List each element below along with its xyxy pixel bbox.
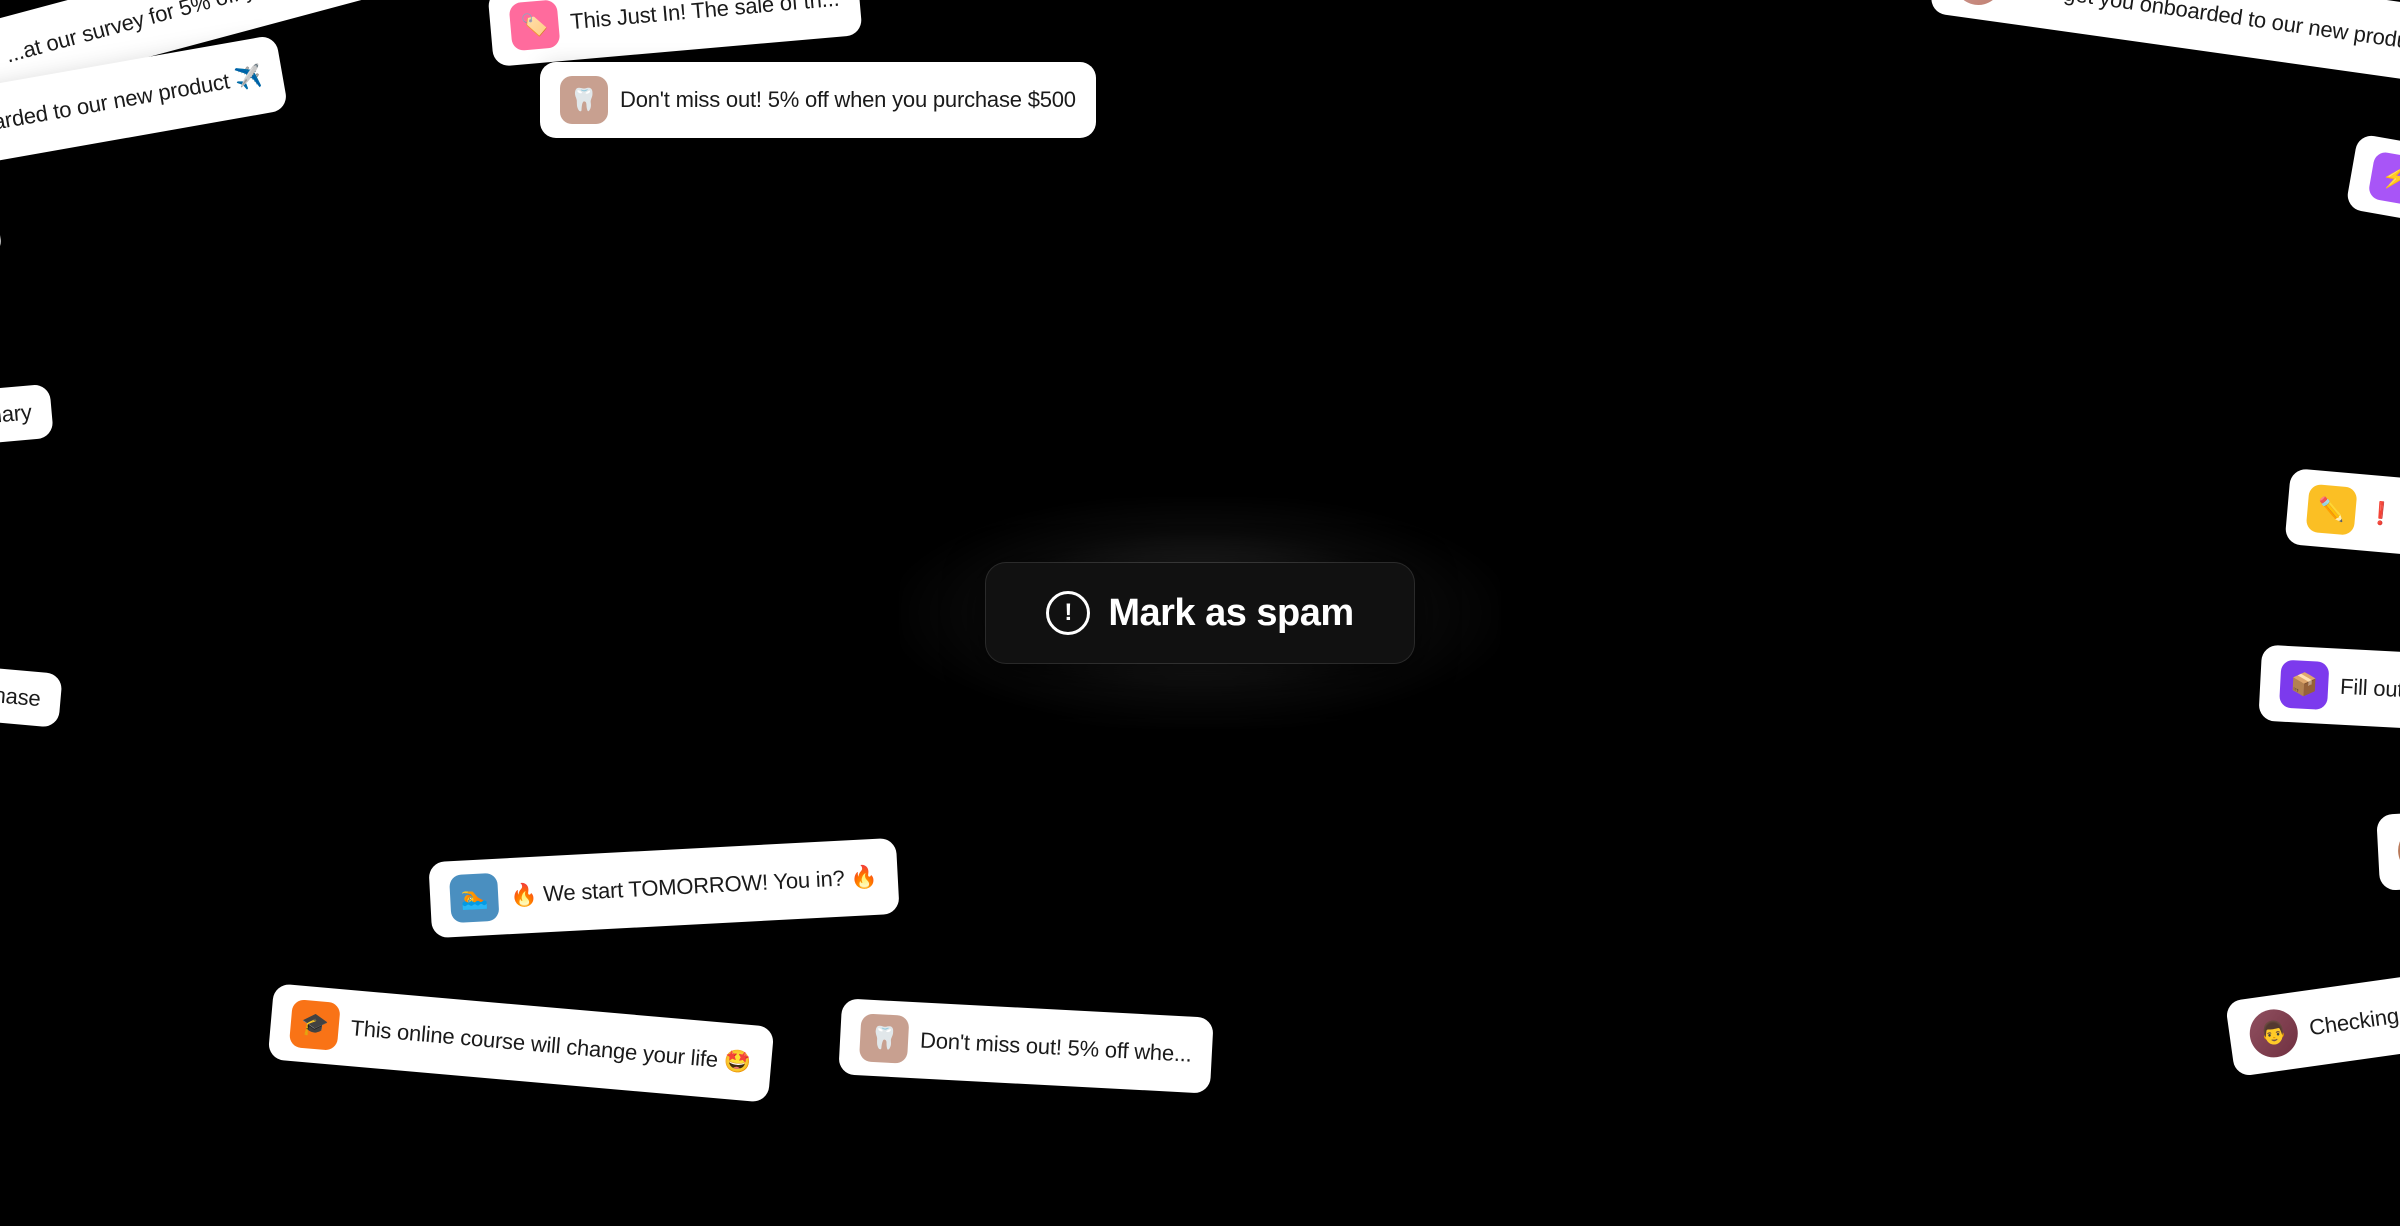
notif-text: annual report summary — [0, 399, 33, 444]
notif-text: This Just In! The sale of th... — [569, 0, 840, 35]
notif-text: Don't miss out! 5% off whe... — [919, 1027, 1192, 1067]
notif-card-have-you-tried: ✏️ ❗ Have you tried out our ne... — [2285, 468, 2400, 578]
notif-text: Let's get you onboarded to our new produ… — [2012, 0, 2400, 61]
notif-icon: ✏️ — [2306, 484, 2358, 536]
notif-text: Don't miss out! 5% off when you purchase… — [620, 87, 1076, 113]
mark-spam-label: Mark as spam — [1108, 592, 1353, 635]
notif-icon: 🏊 — [449, 873, 499, 923]
notif-card-checking-back: 👨 Checking back in – let's talk busine..… — [2225, 939, 2400, 1077]
notif-text: 🔥 We start TOMORROW! You in? 🔥 — [510, 864, 879, 909]
mark-spam-button[interactable]: Mark as spam — [986, 563, 1413, 663]
notif-icon: 📦 — [2279, 660, 2329, 710]
mark-spam-button-area[interactable]: Mark as spam — [940, 528, 1460, 698]
notif-card-10x-sales: ⚡ 💰💥 10x your sales team... — [2345, 133, 2400, 272]
notif-card-online-course: 🎓 This online course will change your li… — [268, 983, 774, 1102]
notif-text: ...r 5% off your next purchase — [0, 662, 42, 712]
notif-card-fill-survey-right: 📦 Fill out our survey for 5% off y... — [2258, 645, 2400, 742]
notif-card-youin-left: ...you in? 🔥 — [0, 201, 3, 282]
notif-card-coffee: 👨 ☕ Coffee on me — [2376, 801, 2400, 891]
notif-card-dont-miss-bottom: 🦷 Don't miss out! 5% off whe... — [838, 998, 1213, 1093]
notif-icon: 🎓 — [289, 999, 341, 1051]
notif-card-5off-bottom-left: ...r 5% off your next purchase — [0, 646, 63, 728]
notif-card-tomorrow: 🏊 🔥 We start TOMORROW! You in? 🔥 — [428, 838, 899, 938]
notif-card-annual-report: annual report summary — [0, 384, 54, 461]
notif-avatar: 👩 — [1951, 0, 2005, 8]
notif-icon: 🦷 — [560, 76, 608, 124]
notif-text: Checking back in – let's talk busine... — [2307, 966, 2400, 1041]
notif-text: ❗ Have you tried out our ne... — [2366, 500, 2400, 551]
notif-icon: ⚡ — [2367, 151, 2400, 207]
notif-icon: 🏷️ — [509, 0, 561, 51]
notif-text: This online course will change your life… — [350, 1015, 752, 1076]
notif-avatar: 👨 — [2246, 1006, 2300, 1060]
spam-circle-icon — [1046, 591, 1090, 635]
notif-icon: 🦷 — [859, 1013, 909, 1063]
notif-text: Fill out our survey for 5% off y... — [2339, 674, 2400, 716]
notif-card-onboarded-top-right: 👩 Let's get you onboarded to our new pro… — [1929, 0, 2400, 89]
notif-avatar: 👨 — [2397, 825, 2400, 875]
notif-card-dont-miss-top: 🦷 Don't miss out! 5% off when you purcha… — [540, 62, 1096, 138]
notif-card-this-just-in: 🏷️ This Just In! The sale of th... — [487, 0, 862, 67]
